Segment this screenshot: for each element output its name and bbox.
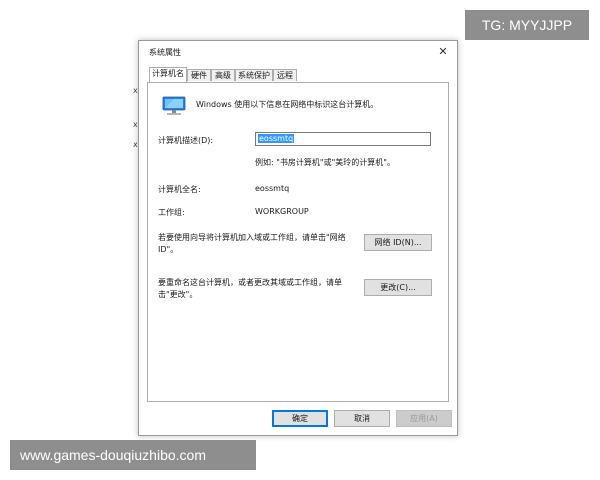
tab-remote[interactable]: 远程 xyxy=(273,69,297,81)
tab-advanced[interactable]: 高级 xyxy=(211,69,235,81)
watermark-top: TG: MYYJJPP xyxy=(465,10,589,40)
full-name-value: eossmtq xyxy=(255,184,290,193)
system-properties-dialog: 系统属性 ✕ 计算机名 硬件 高级 系统保护 远程 Windows 使用以下信息… xyxy=(138,40,458,436)
change-button[interactable]: 更改(C)... xyxy=(364,279,432,296)
network-id-instructions: 若要使用向导将计算机加入域或工作组，请单击"网络 ID"。 xyxy=(158,233,346,254)
workgroup-label: 工作组: xyxy=(158,208,185,217)
ok-button[interactable]: 确定 xyxy=(272,410,328,427)
intro-text: Windows 使用以下信息在网络中标识这台计算机。 xyxy=(196,100,379,109)
computer-description-value: eossmtq xyxy=(258,134,295,143)
apply-button[interactable]: 应用(A) xyxy=(396,410,452,427)
close-icon[interactable]: ✕ xyxy=(435,44,451,60)
cancel-button[interactable]: 取消 xyxy=(334,410,390,427)
tab-system-protection[interactable]: 系统保护 xyxy=(235,69,273,81)
watermark-bottom: www.games-douqiuzhibo.com xyxy=(10,440,256,470)
tab-hardware[interactable]: 硬件 xyxy=(187,69,211,81)
network-id-button[interactable]: 网络 ID(N)... xyxy=(364,234,432,251)
description-hint: 例如: "书房计算机"或"美玲的计算机"。 xyxy=(255,158,395,167)
computer-monitor-icon xyxy=(162,96,186,115)
computer-description-input[interactable]: eossmtq xyxy=(255,132,431,146)
computer-description-label: 计算机描述(D): xyxy=(158,136,214,145)
workgroup-value: WORKGROUP xyxy=(255,207,309,216)
dialog-title: 系统属性 xyxy=(149,48,181,57)
tab-computer-name[interactable]: 计算机名 xyxy=(149,67,187,82)
rename-instructions: 要重命名这台计算机，或者更改其域或工作组，请单击"更改"。 xyxy=(158,278,342,299)
title-bar[interactable]: 系统属性 ✕ xyxy=(139,41,457,63)
tab-panel-computer-name: Windows 使用以下信息在网络中标识这台计算机。 计算机描述(D): eos… xyxy=(147,82,449,402)
full-name-label: 计算机全名: xyxy=(158,185,201,194)
